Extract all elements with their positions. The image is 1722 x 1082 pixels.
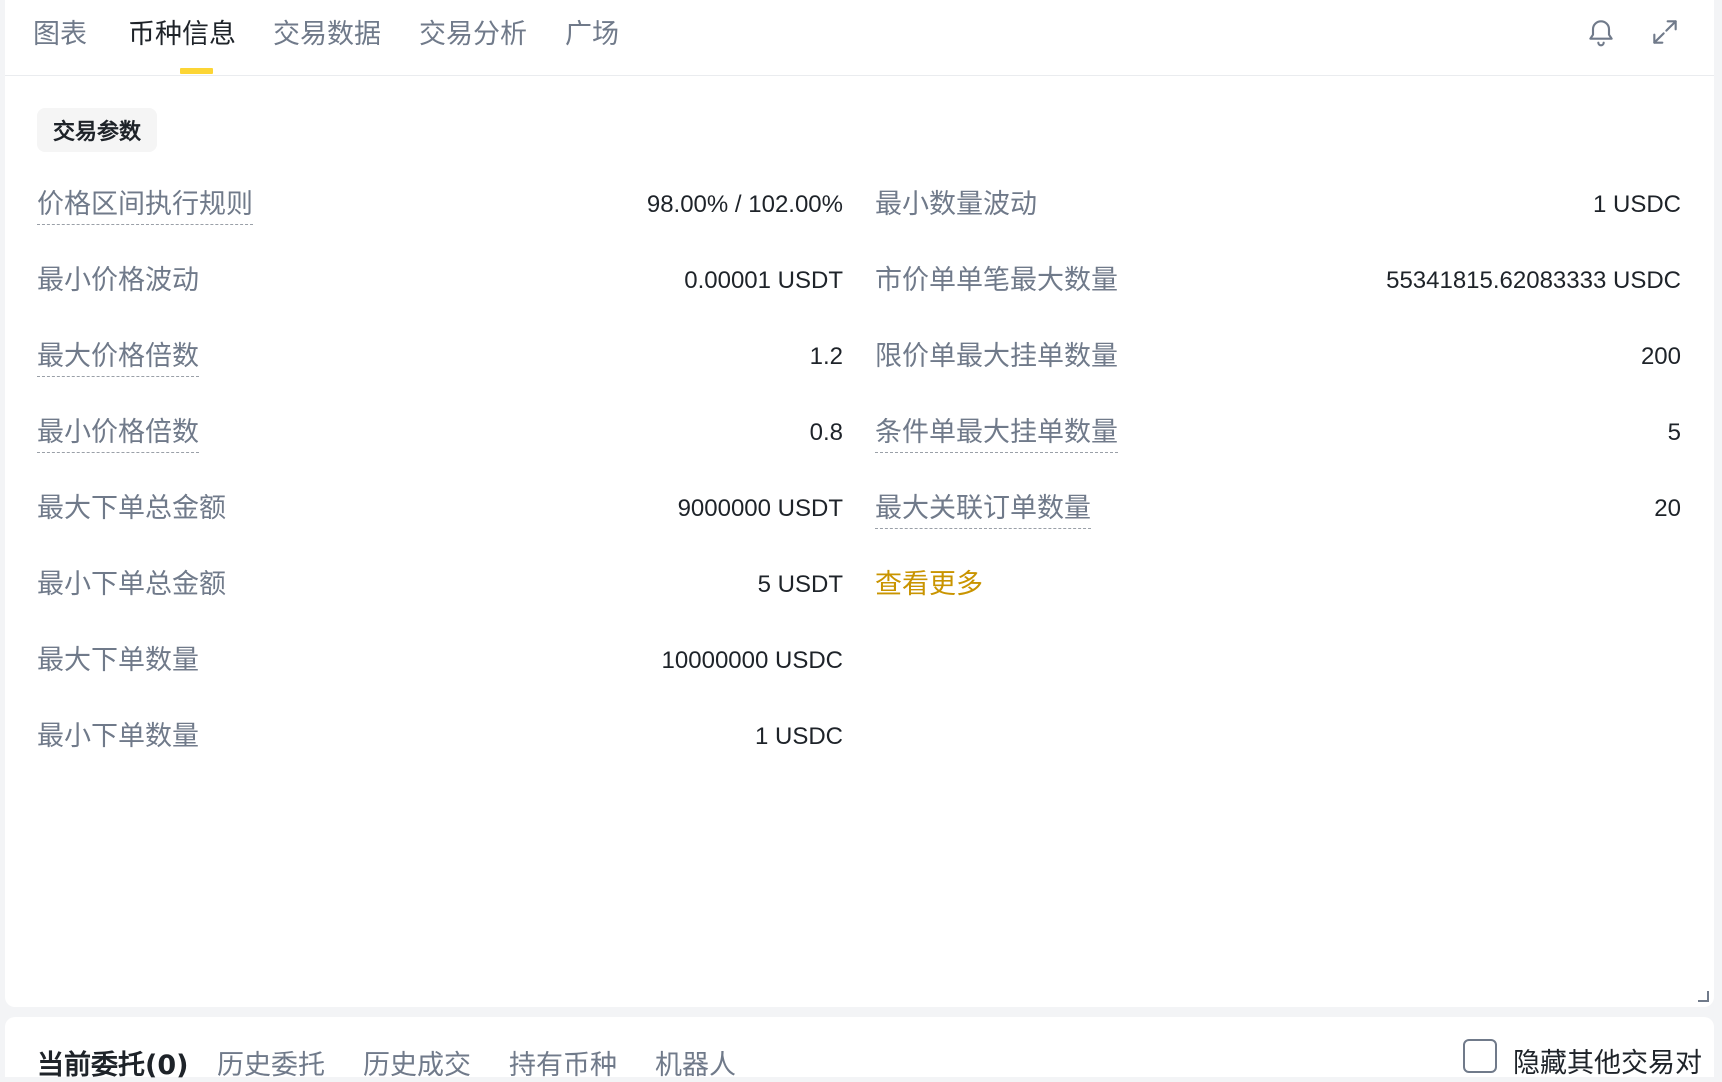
section-title-trading-params[interactable]: 交易参数 xyxy=(37,108,158,152)
param-row: 条件单最大挂单数量 5 xyxy=(875,414,1681,490)
tab-trading-data[interactable]: 交易数据 xyxy=(273,12,381,51)
param-value: 1 USDC xyxy=(1592,191,1681,218)
param-row: 最大关联订单数量 20 xyxy=(875,490,1681,566)
tab-chart[interactable]: 图表 xyxy=(33,12,87,51)
param-row: 最大下单总金额 9000000 USDT xyxy=(37,490,843,566)
param-label-limit-order-max-open: 限价单最大挂单数量 xyxy=(875,341,1118,372)
param-value: 5 USDT xyxy=(757,571,843,598)
param-row: 价格区间执行规则 98.00% / 102.00% xyxy=(37,186,843,262)
param-value: 20 xyxy=(1654,495,1681,522)
param-value: 55341815.62083333 USDC xyxy=(1386,267,1681,294)
active-tab-indicator xyxy=(180,68,213,74)
view-more-link[interactable]: 查看更多 xyxy=(875,566,983,604)
param-value: 1 USDC xyxy=(754,723,843,750)
coin-info-panel: 图表 币种信息 交易数据 交易分析 广场 交易参数 价格区间执行规则 98.00… xyxy=(5,0,1714,1007)
param-label-min-price-tick: 最小价格波动 xyxy=(37,265,199,296)
resize-handle-icon[interactable] xyxy=(1696,989,1710,1003)
tab-trade-history[interactable]: 历史成交 xyxy=(363,1043,471,1082)
param-row: 最小价格倍数 0.8 xyxy=(37,414,843,490)
tab-bar: 图表 币种信息 交易数据 交易分析 广场 xyxy=(5,0,1714,76)
tab-coin-info[interactable]: 币种信息 xyxy=(128,12,236,51)
orders-panel: 当前委托(0) 历史委托 历史成交 持有币种 机器人 隐藏其他交易对 xyxy=(5,1017,1714,1081)
param-label-max-linked-orders[interactable]: 最大关联订单数量 xyxy=(875,490,1091,529)
param-label-min-order-qty: 最小下单数量 xyxy=(37,721,199,752)
param-row: 最小数量波动 1 USDC xyxy=(875,186,1681,262)
hide-other-pairs-checkbox[interactable] xyxy=(1463,1039,1497,1073)
param-row: 最大价格倍数 1.2 xyxy=(37,338,843,414)
param-value: 0.00001 USDT xyxy=(684,267,843,294)
hide-other-pairs-label: 隐藏其他交易对 xyxy=(1513,1048,1702,1079)
bell-icon[interactable] xyxy=(1583,14,1619,50)
tab-bots[interactable]: 机器人 xyxy=(655,1043,736,1082)
param-value: 5 xyxy=(1667,419,1681,446)
param-row: 查看更多 xyxy=(875,566,1681,642)
param-value: 200 xyxy=(1640,343,1681,370)
tab-trading-analysis[interactable]: 交易分析 xyxy=(419,12,527,51)
expand-icon[interactable] xyxy=(1647,14,1683,50)
param-label-max-price-multiplier[interactable]: 最大价格倍数 xyxy=(37,338,199,377)
param-label-price-range-rule[interactable]: 价格区间执行规则 xyxy=(37,186,253,225)
param-value: 1.2 xyxy=(809,343,843,370)
params-right-column: 最小数量波动 1 USDC 市价单单笔最大数量 55341815.6208333… xyxy=(875,186,1681,642)
param-row: 限价单最大挂单数量 200 xyxy=(875,338,1681,414)
param-label-min-price-multiplier[interactable]: 最小价格倍数 xyxy=(37,414,199,453)
param-row: 最小下单数量 1 USDC xyxy=(37,718,843,794)
param-row: 最小下单总金额 5 USDT xyxy=(37,566,843,642)
param-row: 最大下单数量 10000000 USDC xyxy=(37,642,843,718)
param-label-max-order-amount: 最大下单总金额 xyxy=(37,493,226,524)
tab-square[interactable]: 广场 xyxy=(565,12,619,51)
param-value: 10000000 USDC xyxy=(661,647,843,674)
param-value: 9000000 USDT xyxy=(677,495,843,522)
tab-open-orders[interactable]: 当前委托(0) xyxy=(37,1043,188,1082)
param-label-conditional-order-max-open[interactable]: 条件单最大挂单数量 xyxy=(875,414,1118,453)
param-label-max-order-qty: 最大下单数量 xyxy=(37,645,199,676)
param-label-min-order-amount: 最小下单总金额 xyxy=(37,569,226,600)
param-value: 98.00% / 102.00% xyxy=(646,191,843,218)
tab-order-history[interactable]: 历史委托 xyxy=(217,1043,325,1082)
tab-holdings[interactable]: 持有币种 xyxy=(509,1043,617,1082)
params-left-column: 价格区间执行规则 98.00% / 102.00% 最小价格波动 0.00001… xyxy=(37,186,843,794)
param-label-min-qty-tick: 最小数量波动 xyxy=(875,189,1037,220)
param-row: 最小价格波动 0.00001 USDT xyxy=(37,262,843,338)
param-row: 市价单单笔最大数量 55341815.62083333 USDC xyxy=(875,262,1681,338)
param-value: 0.8 xyxy=(809,419,843,446)
param-label-market-order-max-qty: 市价单单笔最大数量 xyxy=(875,265,1118,296)
